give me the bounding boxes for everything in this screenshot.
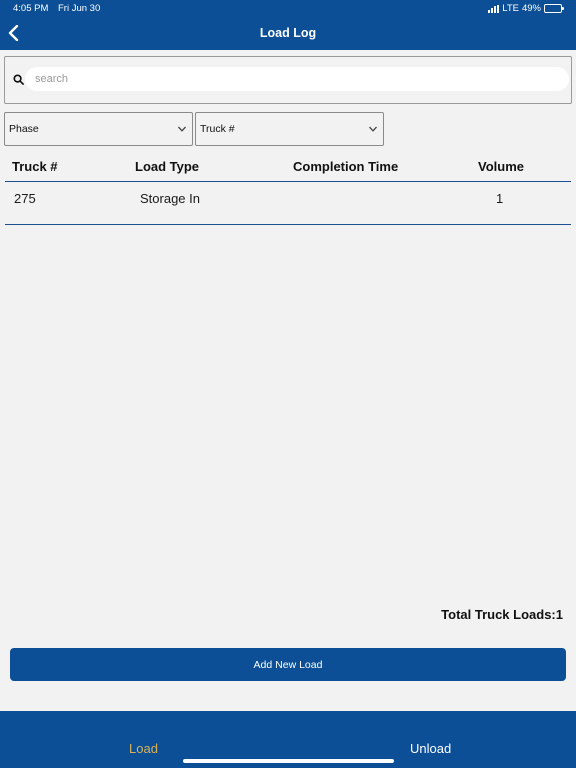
home-indicator [183,759,394,763]
column-header-load-type[interactable]: Load Type [135,159,199,174]
network-label: LTE [502,3,519,14]
search-icon [13,74,24,85]
status-time: 4:05 PM [13,3,49,14]
chevron-down-icon [178,126,186,132]
table-header: Truck # Load Type Completion Time Volume [0,159,576,179]
column-header-completion-time[interactable]: Completion Time [293,159,398,174]
cell-truck: 275 [14,191,36,206]
column-header-truck[interactable]: Truck # [12,159,58,174]
truck-dropdown[interactable]: Truck # [195,112,384,146]
row-divider [5,224,571,225]
status-date: Fri Jun 30 [58,3,101,14]
search-field-container [25,67,569,91]
tab-bar: Load Unload [0,711,576,768]
truck-dropdown-label: Truck # [200,123,235,135]
tab-unload[interactable]: Unload [410,741,451,756]
signal-icon [488,4,500,13]
top-bar: 4:05 PM Fri Jun 30 LTE 49% Load Log [0,0,576,50]
cell-volume: 1 [496,191,504,206]
total-truck-loads: Total Truck Loads:1 [441,607,563,622]
phase-dropdown[interactable]: Phase [4,112,193,146]
cell-load-type: Storage In [140,191,200,206]
phase-dropdown-label: Phase [9,123,39,135]
tab-load[interactable]: Load [129,741,158,756]
chevron-down-icon [369,126,377,132]
status-indicators: LTE 49% [488,3,564,14]
battery-percent: 49% [521,3,541,14]
search-bar [4,56,572,104]
search-input[interactable] [35,69,555,89]
table-row[interactable]: 275 Storage In 1 [0,182,576,225]
column-header-volume[interactable]: Volume [478,159,524,174]
battery-icon [544,4,564,13]
add-new-load-button[interactable]: Add New Load [10,648,566,681]
page-title: Load Log [259,26,317,40]
